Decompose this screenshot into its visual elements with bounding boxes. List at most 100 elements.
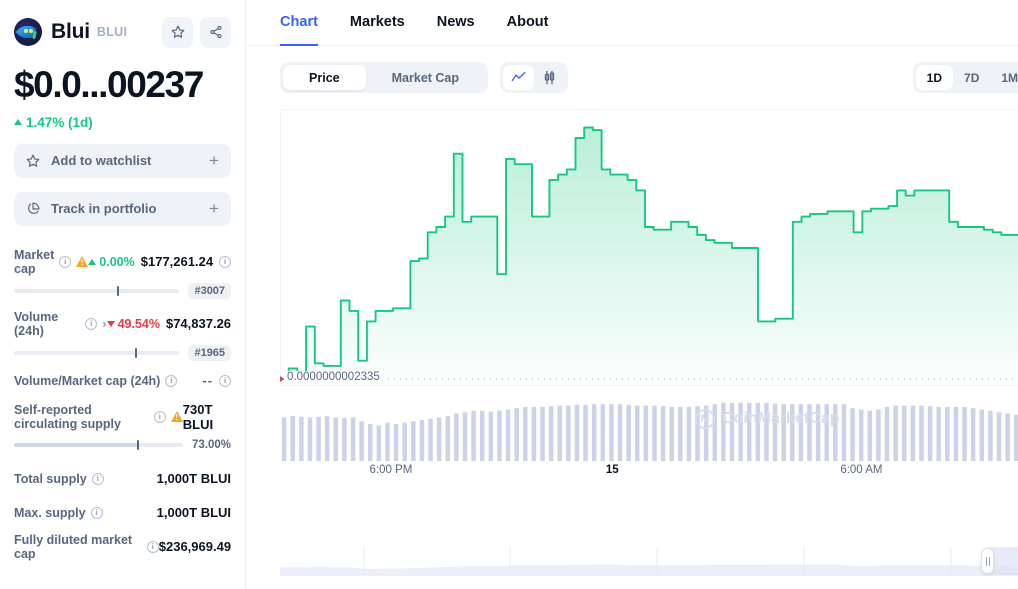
range-1d[interactable]: 1D xyxy=(915,65,954,90)
info-icon[interactable]: i xyxy=(219,374,232,387)
star-icon-button[interactable] xyxy=(162,16,194,48)
stat-volume-market-cap: Volume/Market cap (24h) i -- i xyxy=(14,372,232,390)
add-to-watchlist-plus[interactable]: + xyxy=(209,152,219,169)
statistics-list: Market cap i 0.00% $177,261.24 i # xyxy=(14,248,232,564)
volume-bar xyxy=(548,406,554,461)
caret-down-icon xyxy=(106,320,115,327)
warning-icon[interactable] xyxy=(76,256,89,268)
volume-bar xyxy=(970,408,976,461)
toggle-market-cap[interactable]: Market Cap xyxy=(366,65,485,90)
info-icon[interactable]: i xyxy=(219,255,232,268)
pie-chart-icon xyxy=(28,202,40,214)
volume-bar xyxy=(979,409,985,461)
tab-about[interactable]: About xyxy=(507,0,549,46)
navigator-left-handle[interactable] xyxy=(981,548,995,574)
volume-bar xyxy=(505,409,511,461)
volume-bar xyxy=(368,424,373,461)
fully-diluted-label: Fully diluted market cap xyxy=(14,532,133,561)
volume-bar xyxy=(815,404,821,461)
volume-bar xyxy=(281,417,287,461)
price-change-value: 1.47% (1d) xyxy=(26,114,93,130)
x-axis-tick: 6:00 PM xyxy=(369,464,413,476)
price-chart[interactable]: M CoinMarketCap 0.0000000002335 <0.00000… xyxy=(280,109,1018,487)
track-in-portfolio-plus[interactable]: + xyxy=(209,200,219,217)
volume-bar xyxy=(290,416,296,461)
total-supply-label-group: Total supply i xyxy=(14,472,104,486)
volume-bar xyxy=(514,408,519,461)
line-chart-icon-button[interactable] xyxy=(503,65,535,90)
volume-bar xyxy=(359,421,364,461)
volume-bar xyxy=(962,406,967,461)
x-axis-tick: 6:00 AM xyxy=(840,464,883,476)
volume-bar xyxy=(307,417,313,461)
fully-diluted-value: $236,969.49 xyxy=(158,539,232,555)
market-cap-values: 0.00% $177,261.24 i xyxy=(88,254,232,269)
coin-name: Blui xyxy=(51,20,90,43)
info-icon[interactable]: i xyxy=(91,472,104,485)
volume-bar xyxy=(927,406,933,461)
volume-bar xyxy=(919,405,924,461)
volume-bar xyxy=(411,421,416,461)
volume-bar xyxy=(299,416,304,461)
vol-mcap-value: -- xyxy=(202,373,214,389)
market-cap-bar-row: #3007 xyxy=(14,282,232,299)
volume-bar xyxy=(669,406,674,461)
info-icon[interactable]: i xyxy=(153,410,166,423)
volume-value: $74,837.26 xyxy=(165,316,232,332)
caret-up-icon xyxy=(88,258,97,265)
volume-bar xyxy=(721,402,726,461)
chart-panel: Chart Markets News About Price Market Ca… xyxy=(246,0,1018,589)
tab-chart[interactable]: Chart xyxy=(280,0,318,46)
header-actions xyxy=(162,16,232,48)
market-cap-change: 0.00% xyxy=(88,254,135,269)
self-supply-bar xyxy=(14,439,184,450)
volume-bar xyxy=(643,405,649,461)
volume-bar xyxy=(393,424,399,461)
volume-bar xyxy=(850,408,855,461)
tab-news[interactable]: News xyxy=(437,0,475,46)
chart-toolbar: Price Market Cap 1D 7D 1M 1Y ALL xyxy=(246,46,1018,93)
info-icon[interactable]: i xyxy=(90,506,103,519)
candlestick-icon-button[interactable] xyxy=(534,65,565,90)
stat-max-supply: Max. supply i 1,000T BLUI xyxy=(14,496,231,530)
tab-markets[interactable]: Markets xyxy=(350,0,405,46)
total-supply-value: 1,000T BLUI xyxy=(156,471,232,487)
range-7d[interactable]: 7D xyxy=(953,65,990,90)
track-in-portfolio-button[interactable]: Track in portfolio + xyxy=(14,191,232,226)
volume-bar xyxy=(824,404,830,461)
volume-bar xyxy=(1005,413,1010,461)
volume-bar xyxy=(617,404,623,461)
volume-bar xyxy=(480,410,485,461)
info-icon[interactable]: i xyxy=(165,374,178,387)
self-supply-bar-row: 73.00% xyxy=(14,439,231,451)
volume-bar xyxy=(686,406,692,461)
chart-range-navigator[interactable] xyxy=(280,546,1018,576)
volume-bar xyxy=(738,402,743,461)
volume-change-value: 49.54% xyxy=(117,316,160,331)
volume-bar xyxy=(566,405,571,461)
info-icon[interactable]: i xyxy=(59,255,72,268)
warning-icon[interactable] xyxy=(170,411,183,423)
info-icon[interactable]: i xyxy=(146,540,159,553)
market-cap-change-value: 0.00% xyxy=(99,254,135,269)
self-supply-label-group: Self-reported circulating supply i xyxy=(14,403,183,431)
volume-bar xyxy=(660,406,666,461)
volume-bar xyxy=(626,404,631,461)
add-to-watchlist-button[interactable]: Add to watchlist + xyxy=(14,143,232,178)
volume-bar xyxy=(325,416,330,461)
stat-market-cap: Market cap i 0.00% $177,261.24 i xyxy=(14,248,232,276)
volume-bar xyxy=(523,406,528,461)
volume-bar xyxy=(953,406,959,461)
range-1m[interactable]: 1M xyxy=(990,65,1018,90)
market-cap-label-group: Market cap i xyxy=(14,248,89,276)
volume-bar xyxy=(609,404,614,461)
volume-bar xyxy=(376,425,382,461)
share-icon-button[interactable] xyxy=(200,16,232,48)
self-supply-label: Self-reported circulating supply xyxy=(14,402,121,431)
stat-total-supply: Total supply i 1,000T BLUI xyxy=(14,462,231,496)
coin-price: $0.0...00237 xyxy=(14,64,204,105)
navigator-preview xyxy=(280,547,1018,576)
info-icon[interactable]: i xyxy=(85,317,98,330)
toggle-price[interactable]: Price xyxy=(283,65,366,90)
price-chart-svg[interactable] xyxy=(280,109,1018,487)
